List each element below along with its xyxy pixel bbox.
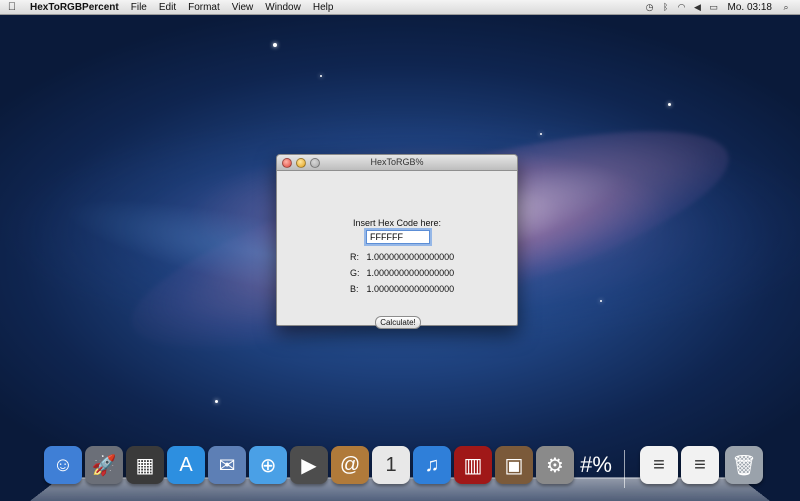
volume-icon[interactable]: ◀ bbox=[690, 2, 706, 13]
launchpad-icon[interactable]: 🚀 bbox=[85, 446, 123, 484]
apple-menu-icon[interactable]:  bbox=[0, 1, 24, 13]
trash-icon[interactable]: 🗑 bbox=[725, 446, 763, 484]
result-label-b: B: bbox=[350, 284, 359, 294]
menu-bar:  HexToRGBPercent File Edit Format View … bbox=[0, 0, 800, 15]
menu-app-name[interactable]: HexToRGBPercent bbox=[24, 2, 125, 13]
facetime-icon[interactable]: ▶ bbox=[290, 446, 328, 484]
result-value-b: 1.0000000000000000 bbox=[366, 284, 455, 294]
result-label-g: G: bbox=[350, 268, 360, 278]
app-store-icon[interactable]: A bbox=[167, 446, 205, 484]
result-value-g: 1.0000000000000000 bbox=[366, 268, 455, 278]
bluetooth-icon[interactable]: ᛒ bbox=[658, 2, 674, 12]
minimize-window-button[interactable] bbox=[296, 158, 306, 168]
result-row-g: G: 1.0000000000000000 bbox=[350, 268, 454, 278]
app-window: HexToRGB% Insert Hex Code here: R: 1.000… bbox=[276, 154, 518, 329]
ical-icon[interactable]: 1 bbox=[372, 446, 410, 484]
iphoto-icon[interactable]: ▣ bbox=[495, 446, 533, 484]
wallpaper-star bbox=[215, 400, 218, 403]
itunes-icon[interactable]: ♫ bbox=[413, 446, 451, 484]
hex-to-rgb-percent-icon[interactable]: #% bbox=[577, 446, 615, 484]
hex-prompt-label: Insert Hex Code here: bbox=[352, 218, 442, 228]
result-value-r: 1.0000000000000000 bbox=[366, 252, 455, 262]
wallpaper-star bbox=[273, 43, 277, 47]
window-titlebar[interactable]: HexToRGB% bbox=[277, 155, 517, 171]
dock-separator bbox=[624, 450, 625, 488]
spotlight-search-icon[interactable]: ⌕ bbox=[778, 2, 794, 13]
time-machine-icon[interactable]: ◷ bbox=[642, 2, 658, 13]
photo-booth-icon[interactable]: ▥ bbox=[454, 446, 492, 484]
calculate-button[interactable]: Calculate! bbox=[375, 316, 421, 329]
status-area: ◷ ᛒ ◠ ◀ ▭ Mo. 03:18 ⌕ bbox=[642, 2, 800, 13]
address-book-icon[interactable]: @ bbox=[331, 446, 369, 484]
mail-stamp-icon[interactable]: ✉ bbox=[208, 446, 246, 484]
hex-code-input[interactable] bbox=[366, 230, 430, 244]
menu-format[interactable]: Format bbox=[182, 2, 226, 13]
result-label-r: R: bbox=[350, 252, 359, 262]
menu-clock[interactable]: Mo. 03:18 bbox=[722, 2, 778, 13]
finder-icon[interactable]: ☺ bbox=[44, 446, 82, 484]
menu-window[interactable]: Window bbox=[259, 2, 307, 13]
wallpaper-star bbox=[668, 103, 671, 106]
battery-icon[interactable]: ▭ bbox=[706, 2, 722, 13]
safari-icon[interactable]: ⊕ bbox=[249, 446, 287, 484]
result-row-r: R: 1.0000000000000000 bbox=[350, 252, 454, 262]
close-window-button[interactable] bbox=[282, 158, 292, 168]
menu-file[interactable]: File bbox=[125, 2, 153, 13]
wallpaper-star bbox=[320, 75, 322, 77]
document-download-icon[interactable]: ≡ bbox=[681, 446, 719, 484]
wallpaper-star bbox=[600, 300, 602, 302]
menu-view[interactable]: View bbox=[226, 2, 260, 13]
result-row-b: B: 1.0000000000000000 bbox=[350, 284, 454, 294]
system-preferences-icon[interactable]: ⚙ bbox=[536, 446, 574, 484]
menu-help[interactable]: Help bbox=[307, 2, 340, 13]
wifi-icon[interactable]: ◠ bbox=[674, 2, 690, 13]
wallpaper-star bbox=[540, 133, 542, 135]
dock: ☺ 🚀 ▦ A ✉ ⊕ ▶ @1 ♫ ▥ ▣ ⚙ #% ≡ ≡ 🗑 bbox=[40, 446, 770, 492]
document-icon[interactable]: ≡ bbox=[640, 446, 678, 484]
zoom-window-button[interactable] bbox=[310, 158, 320, 168]
window-content: Insert Hex Code here: R: 1.0000000000000… bbox=[277, 171, 517, 329]
menu-edit[interactable]: Edit bbox=[153, 2, 182, 13]
mission-control-icon[interactable]: ▦ bbox=[126, 446, 164, 484]
